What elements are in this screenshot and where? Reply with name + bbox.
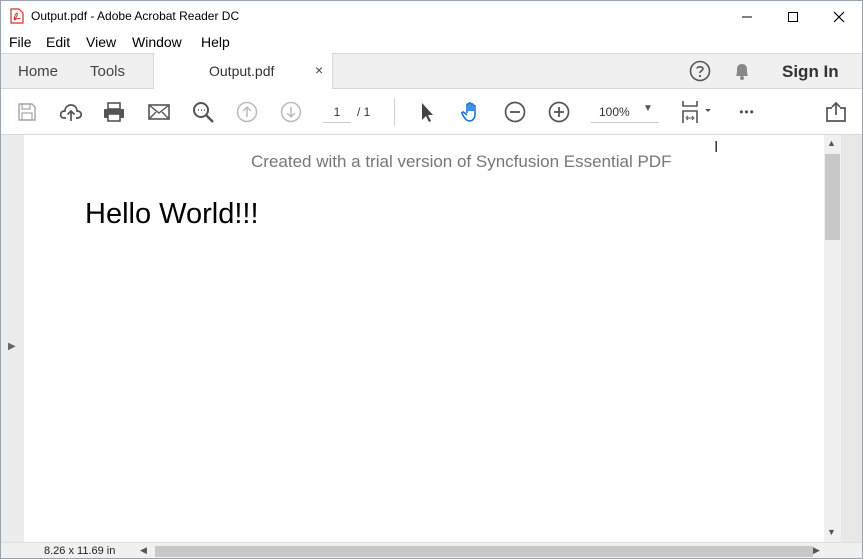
acrobat-window: Output.pdf - Adobe Acrobat Reader DC Fil… bbox=[0, 0, 863, 559]
vertical-scrollbar[interactable]: ▲ ▼ bbox=[824, 135, 841, 542]
status-bar: 8.26 x 11.69 in ◀ ▶ bbox=[1, 542, 862, 558]
sign-in-button[interactable]: Sign In bbox=[782, 62, 839, 82]
next-page-button[interactable] bbox=[278, 99, 304, 125]
zoom-value: 100% bbox=[599, 105, 630, 119]
chevron-down-icon: ▼ bbox=[643, 103, 653, 114]
page-body-text: Hello World!!! bbox=[85, 198, 259, 230]
zoom-out-icon bbox=[504, 101, 526, 123]
scroll-left-icon[interactable]: ◀ bbox=[140, 545, 147, 556]
email-icon bbox=[148, 104, 170, 120]
close-icon bbox=[833, 11, 845, 22]
tab-row: Home Tools Output.pdf × Sign In bbox=[1, 53, 862, 90]
text-cursor-icon: I bbox=[714, 139, 719, 156]
fit-page-icon bbox=[682, 101, 711, 123]
page-total: / 1 bbox=[357, 105, 371, 119]
zoom-in-button[interactable] bbox=[546, 99, 572, 125]
upload-cloud-button[interactable] bbox=[58, 99, 84, 125]
document-area: ▶ Created with a trial version of Syncfu… bbox=[1, 135, 862, 542]
print-icon bbox=[104, 102, 124, 122]
select-tool-button[interactable] bbox=[414, 99, 440, 125]
hand-tool-icon bbox=[461, 102, 476, 122]
maximize-icon bbox=[788, 11, 798, 22]
prev-page-button[interactable] bbox=[234, 99, 260, 125]
help-icon[interactable] bbox=[689, 60, 711, 82]
vertical-scroll-thumb[interactable] bbox=[825, 154, 840, 240]
find-button[interactable] bbox=[190, 99, 216, 125]
toolbar-divider bbox=[394, 98, 395, 126]
menu-bar: File Edit View Window Help bbox=[1, 32, 862, 53]
tab-document[interactable]: Output.pdf × bbox=[153, 53, 333, 90]
upload-cloud-icon bbox=[59, 104, 83, 121]
title-bar: Output.pdf - Adobe Acrobat Reader DC bbox=[1, 1, 862, 32]
menu-file[interactable]: File bbox=[9, 34, 32, 50]
trial-watermark-text: Created with a trial version of Syncfusi… bbox=[251, 152, 672, 171]
zoom-in-icon bbox=[548, 101, 570, 123]
select-cursor-icon bbox=[422, 103, 433, 122]
notification-bell-icon[interactable] bbox=[731, 60, 753, 82]
more-tools-button[interactable]: ••• bbox=[734, 99, 760, 125]
menu-window[interactable]: Window bbox=[132, 34, 182, 50]
tab-document-label: Output.pdf bbox=[209, 63, 275, 79]
page-size-label: 8.26 x 11.69 in bbox=[44, 545, 116, 557]
fit-page-button[interactable] bbox=[677, 99, 717, 125]
zoom-out-button[interactable] bbox=[502, 99, 528, 125]
expand-arrow-icon: ▶ bbox=[8, 341, 16, 352]
menu-help[interactable]: Help bbox=[201, 34, 230, 50]
close-button[interactable] bbox=[816, 1, 862, 32]
tab-close-icon[interactable]: × bbox=[315, 62, 323, 78]
search-zoom-icon bbox=[193, 102, 214, 123]
save-icon bbox=[18, 103, 36, 121]
tab-home[interactable]: Home bbox=[18, 63, 58, 80]
scroll-up-icon[interactable]: ▲ bbox=[827, 138, 836, 148]
tab-tools[interactable]: Tools bbox=[90, 63, 125, 80]
menu-view[interactable]: View bbox=[86, 34, 116, 50]
email-button[interactable] bbox=[146, 99, 172, 125]
scroll-right-icon[interactable]: ▶ bbox=[813, 545, 820, 556]
minimize-icon bbox=[742, 16, 752, 17]
left-panel-toggle[interactable]: ▶ bbox=[1, 135, 24, 542]
minimize-button[interactable] bbox=[724, 1, 770, 32]
page-number-input[interactable]: 1 bbox=[323, 101, 351, 123]
toolbar: 1 / 1 100% ▼ ••• bbox=[1, 89, 862, 135]
prev-page-icon bbox=[236, 101, 258, 123]
hand-tool-button[interactable] bbox=[458, 99, 484, 125]
menu-edit[interactable]: Edit bbox=[46, 34, 70, 50]
print-button[interactable] bbox=[101, 99, 127, 125]
pdf-file-icon bbox=[10, 8, 24, 24]
scroll-down-icon[interactable]: ▼ bbox=[827, 527, 836, 537]
save-button[interactable] bbox=[14, 99, 40, 125]
pdf-page[interactable]: Created with a trial version of Syncfusi… bbox=[24, 135, 824, 542]
share-button[interactable] bbox=[823, 99, 849, 125]
horizontal-scroll-thumb[interactable] bbox=[155, 546, 813, 557]
share-icon bbox=[826, 101, 846, 122]
window-title: Output.pdf - Adobe Acrobat Reader DC bbox=[31, 9, 240, 23]
next-page-icon bbox=[280, 101, 302, 123]
zoom-select[interactable]: 100% ▼ bbox=[591, 101, 659, 123]
maximize-button[interactable] bbox=[770, 1, 816, 32]
more-icon: ••• bbox=[739, 105, 755, 119]
